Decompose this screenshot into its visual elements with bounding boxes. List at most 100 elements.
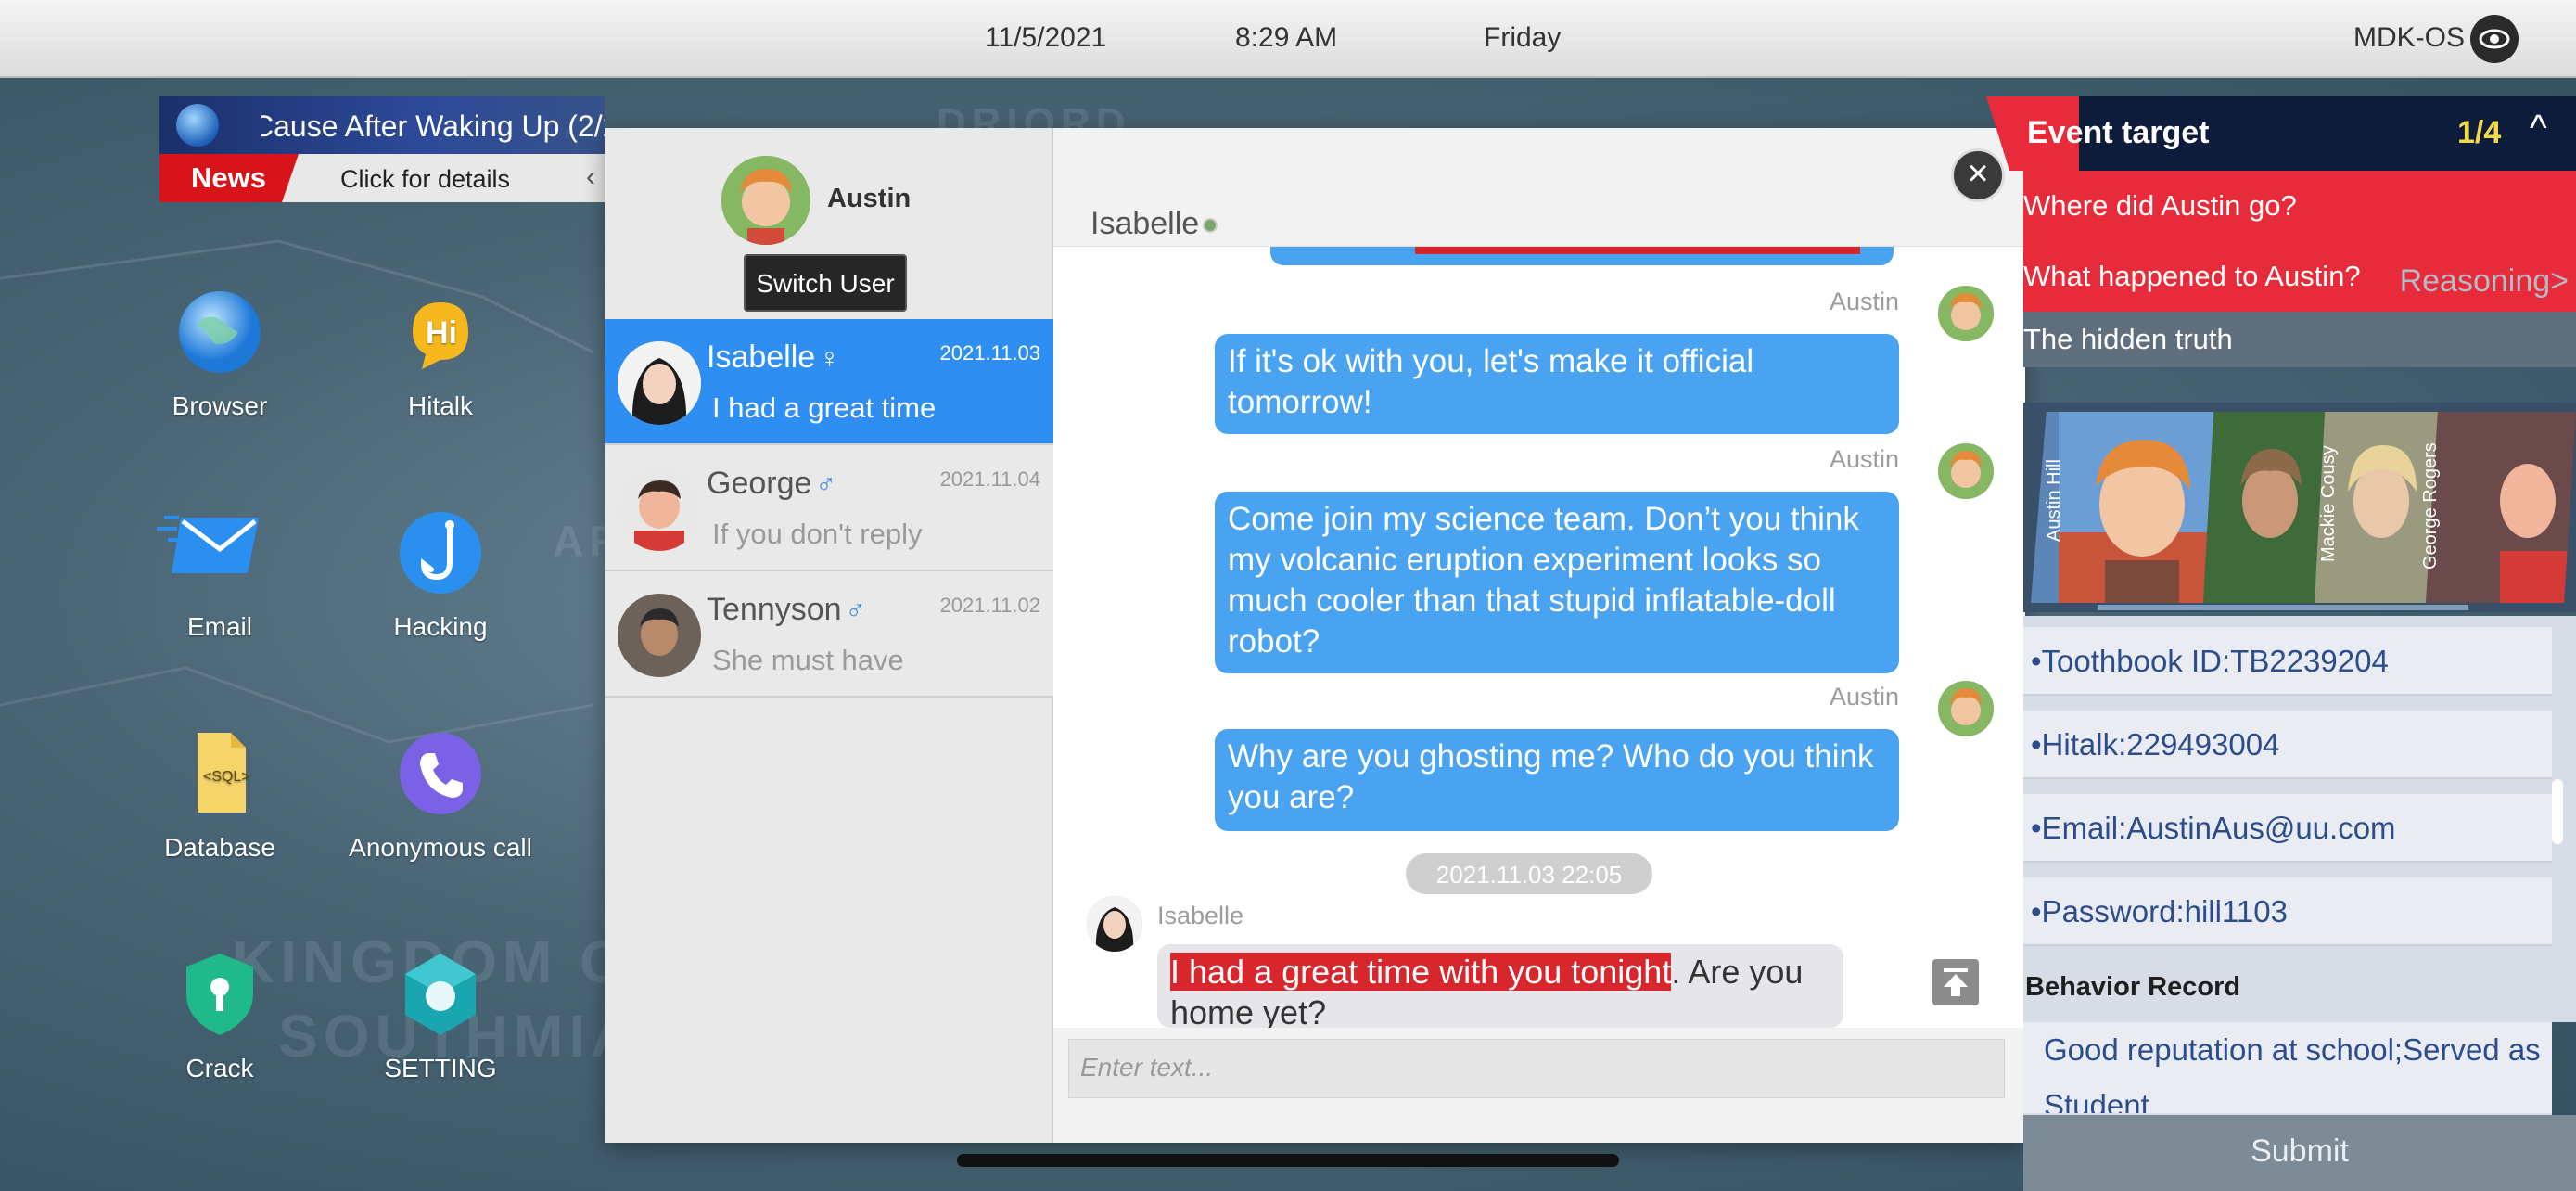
- contacts-panel: Austin Switch User Isabelle ♀ 2021.11.03 …: [605, 128, 1053, 1143]
- chat-window: Austin Switch User Isabelle ♀ 2021.11.03 …: [605, 128, 2025, 1143]
- app-label: Email: [186, 612, 252, 641]
- news-headline-bar: Cause After Waking Up (2/2): [159, 96, 605, 154]
- chevron-up-icon[interactable]: ^: [2530, 108, 2547, 149]
- avatar: [618, 594, 701, 677]
- hook-icon: [394, 506, 487, 599]
- portrait-label: Austin Hill: [2044, 459, 2064, 542]
- female-icon: ♀: [819, 343, 840, 374]
- os-name: MDK-OS: [2353, 22, 2465, 53]
- conversation-header: Isabelle ×: [1053, 128, 2025, 247]
- avatar: [1938, 286, 1994, 341]
- portrait-2[interactable]: [2203, 412, 2333, 603]
- contact-isabelle[interactable]: Isabelle ♀ 2021.11.03 I had a great time: [605, 319, 1053, 445]
- message-timestamp: 2021.11.03 22:05: [1406, 853, 1652, 894]
- contact-date: 2021.11.04: [939, 467, 1040, 491]
- app-label: Hitalk: [407, 391, 473, 420]
- event-target-3[interactable]: The hidden truth: [2023, 312, 2576, 367]
- behavior-title: Behavior Record: [2025, 972, 2241, 1002]
- message-bubble: If it's ok with you, let's make it offic…: [1215, 334, 1899, 434]
- app-email[interactable]: Email: [113, 506, 326, 642]
- event-header[interactable]: Event target 1/4 ^: [1986, 96, 2576, 171]
- app-database[interactable]: <SQL> Database: [113, 727, 326, 863]
- status-bar: 11/5/2021 8:29 AM Friday MDK-OS: [0, 0, 2576, 78]
- avatar: [618, 341, 701, 425]
- avatar: [721, 156, 810, 245]
- behavior-section: Behavior Record Good reputation at schoo…: [2023, 948, 2552, 1115]
- portrait-george-rogers[interactable]: [2426, 412, 2576, 603]
- message-input-area: Enter text...: [1053, 1028, 2025, 1143]
- portrait-label: George Rogers: [2420, 442, 2441, 570]
- app-label: Crack: [185, 1054, 254, 1082]
- avatar: [618, 467, 701, 551]
- behavior-text: Good reputation at school;Served as Stud…: [2023, 1022, 2552, 1113]
- eye-icon[interactable]: [2470, 15, 2519, 63]
- phone-icon: [394, 727, 487, 820]
- info-toothbook-id: •Toothbook ID:TB2239204: [2023, 627, 2552, 696]
- app-hitalk[interactable]: Hi Hitalk: [334, 286, 547, 421]
- info-password: •Password:hill1103: [2023, 877, 2552, 946]
- news-details-link[interactable]: Click for details: [340, 165, 510, 194]
- arrow-up-icon: [1944, 968, 1968, 996]
- app-browser[interactable]: Browser: [113, 286, 326, 421]
- portrait-scroll-bar: [2098, 605, 2468, 610]
- info-scrollbar[interactable]: [2552, 779, 2563, 844]
- message-bubble-partial: [1270, 247, 1894, 265]
- chevron-left-icon[interactable]: ‹: [586, 161, 595, 193]
- app-anonymous-call[interactable]: Anonymous call: [334, 727, 547, 863]
- news-details-bar[interactable]: News Click for details ‹: [159, 154, 605, 202]
- home-indicator[interactable]: [957, 1154, 1619, 1167]
- message-list[interactable]: Austin If it's ok with you, let's make i…: [1053, 247, 2025, 1028]
- close-icon: ×: [1967, 153, 1989, 194]
- scroll-to-top-button[interactable]: [1932, 959, 1979, 1005]
- app-hacking[interactable]: Hacking: [334, 506, 547, 642]
- male-icon: ♂: [845, 596, 867, 626]
- status-time: 8:29 AM: [1235, 22, 1338, 53]
- event-title: Event target: [2027, 115, 2210, 150]
- globe-icon: [176, 104, 219, 147]
- status-date: 11/5/2021: [985, 22, 1107, 53]
- portrait-label: Mackie Cousy: [2318, 445, 2339, 562]
- info-email: •Email:AustinAus@uu.com: [2023, 794, 2552, 863]
- globe-icon: [173, 286, 266, 378]
- reasoning-button[interactable]: Reasoning>: [2400, 263, 2569, 300]
- hitalk-icon: Hi: [394, 286, 487, 378]
- current-user-name: Austin: [827, 184, 912, 213]
- submit-button[interactable]: Submit: [2023, 1115, 2576, 1191]
- envelope-icon: [157, 506, 266, 599]
- app-label: Anonymous call: [349, 833, 532, 862]
- message-sender: Austin: [1829, 445, 1899, 473]
- switch-user-button[interactable]: Switch User: [744, 254, 907, 312]
- character-portraits[interactable]: Austin Hill Mackie Cousy George Rogers: [2023, 403, 2576, 612]
- sql-file-icon: <SQL>: [173, 727, 266, 820]
- close-button[interactable]: ×: [1951, 148, 2005, 202]
- conversation-panel: Isabelle × Austin If it's ok with you, l…: [1053, 128, 2025, 1143]
- message-input[interactable]: Enter text...: [1068, 1039, 2005, 1098]
- incoming-message-bubble: I had a great time with you tonight. Are…: [1157, 944, 1843, 1028]
- contact-name: Tennyson: [707, 592, 842, 627]
- contact-george[interactable]: George ♂ 2021.11.04 If you don't reply: [605, 445, 1053, 571]
- svg-text:Hi: Hi: [426, 315, 457, 351]
- avatar: [1087, 896, 1142, 952]
- news-tag: News: [159, 154, 299, 202]
- highlight-partial: [1415, 247, 1860, 254]
- event-count: 1/4: [2457, 115, 2502, 150]
- message-bubble: Come join my science team. Don’t you thi…: [1215, 492, 1899, 673]
- contact-preview: I had a great time: [712, 391, 937, 424]
- status-weekday: Friday: [1484, 22, 1562, 53]
- svg-text:<SQL>: <SQL>: [203, 769, 250, 785]
- contact-name: Isabelle: [707, 339, 816, 375]
- conversation-title: Isabelle: [1090, 206, 1200, 241]
- avatar: [1938, 443, 1994, 499]
- message-sender: Austin: [1829, 683, 1899, 711]
- contact-date: 2021.11.03: [939, 341, 1040, 365]
- contact-tennyson[interactable]: Tennyson ♂ 2021.11.02 She must have: [605, 571, 1053, 698]
- app-setting[interactable]: SETTING: [334, 948, 547, 1083]
- message-bubble: Why are you ghosting me? Who do you thin…: [1215, 729, 1899, 831]
- event-panel: Event target 1/4 ^ Where did Austin go? …: [1986, 96, 2576, 1191]
- message-sender: Austin: [1829, 288, 1899, 315]
- news-ticker[interactable]: Cause After Waking Up (2/2) News Click f…: [159, 96, 605, 202]
- app-label: Hacking: [393, 612, 488, 641]
- app-crack[interactable]: Crack: [113, 948, 326, 1083]
- highlighted-clue[interactable]: I had a great time with you tonight: [1170, 953, 1672, 991]
- event-target-1[interactable]: Where did Austin go?: [2023, 171, 2576, 241]
